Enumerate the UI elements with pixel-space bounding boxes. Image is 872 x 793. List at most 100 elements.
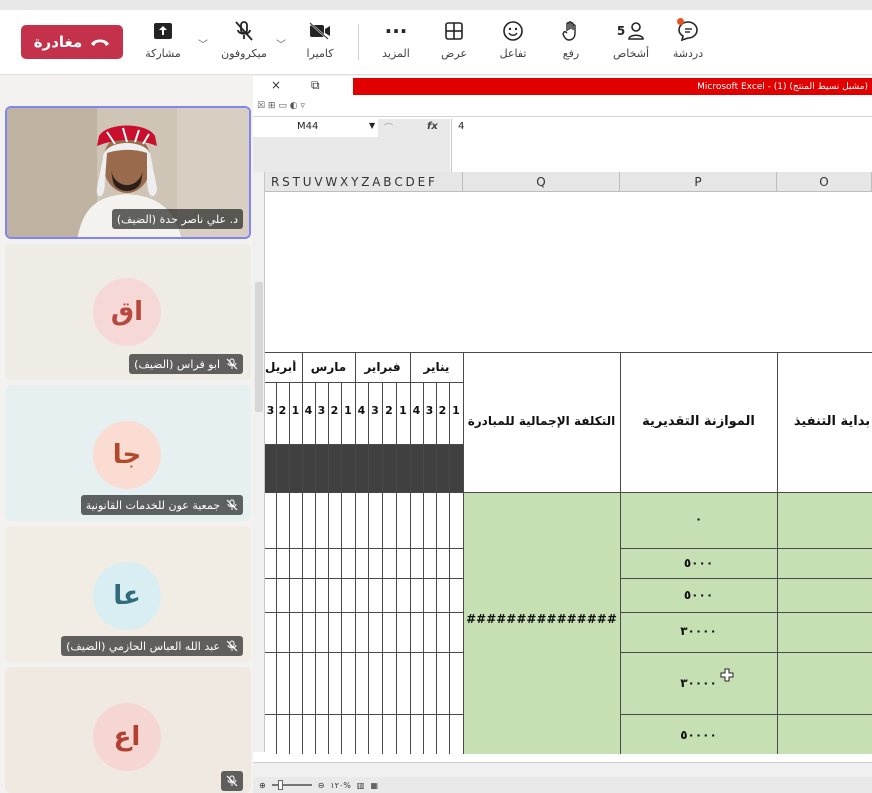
table-top-border (265, 352, 872, 353)
week-col-border (396, 382, 397, 754)
participant-avatar: اع (93, 703, 161, 771)
month-label: فبراير (364, 360, 401, 374)
participant-name-tag: د. علي ناصر حدة (الضيف) (111, 209, 243, 229)
header-total-cost: التكلفة الإجمالية للمبادرة (467, 414, 616, 428)
column-header-q[interactable]: Q (463, 172, 620, 192)
column-header-o[interactable]: O (777, 172, 872, 192)
camera-off-icon (308, 18, 332, 44)
scroll-thumb[interactable] (255, 282, 263, 412)
horizontal-scrollbar[interactable] (253, 762, 872, 777)
raise-hand-button[interactable]: رفع (555, 18, 587, 68)
people-button[interactable]: 5 أشخاص (606, 18, 656, 68)
fx-icon[interactable]: fx (427, 121, 438, 132)
budget-value[interactable]: ٥٠٠٠ (620, 556, 777, 570)
col-border-p (620, 352, 621, 754)
share-label: مشاركة (145, 47, 181, 60)
share-button[interactable]: مشاركة (141, 18, 185, 68)
week-number: 3 (317, 404, 326, 417)
excel-title-bar: × ⧉ Microsoft Excel - (1) (مشبل نسيط الم… (253, 76, 872, 96)
week-number: 2 (330, 404, 339, 417)
mic-options-chevron-icon[interactable]: ﹀ (198, 36, 208, 51)
week-col-border (449, 382, 450, 754)
leave-button[interactable]: مغادرة (21, 25, 123, 59)
excel-title: Microsoft Excel - (1) (مشبل نسيط المنتج) (353, 78, 872, 95)
header-bottom-border (265, 492, 872, 493)
close-icon[interactable]: × (271, 78, 281, 92)
month-label: يناير (423, 360, 450, 374)
zoom-slider[interactable] (271, 780, 312, 790)
spreadsheet-grid[interactable]: يناير فبراير مارس أبريل 1 2 3 4 1 2 3 4 … (265, 192, 872, 754)
formula-buttons: ⌒ fx (378, 119, 450, 173)
week-number: 2 (278, 404, 287, 417)
participant-video-tile[interactable]: د. علي ناصر حدة (الضيف) (5, 106, 251, 239)
week-row-border (265, 444, 463, 445)
column-header-p[interactable]: P (620, 172, 777, 192)
participant-name-tag: ابو فراس (الضيف) (129, 354, 243, 374)
view-label: عرض (441, 47, 467, 60)
row-border (265, 652, 463, 653)
week-number: 1 (452, 404, 460, 417)
mic-label: ميكروفون (221, 47, 267, 60)
week-col-border (423, 382, 424, 754)
normal-view-icon[interactable]: ▦ (370, 781, 378, 790)
more-button[interactable]: ··· المزيد (376, 18, 416, 68)
restore-icon[interactable]: ⧉ (311, 78, 320, 93)
shared-screen-excel: × ⧉ Microsoft Excel - (1) (مشبل نسيط الم… (253, 76, 872, 793)
month-row-border (265, 382, 463, 383)
smiley-icon (502, 18, 524, 44)
budget-value[interactable]: ٥٠٠٠٠ (620, 728, 777, 742)
zoom-in-icon[interactable]: ⊕ (259, 781, 266, 790)
formula-bar-gray (253, 137, 378, 173)
page-layout-icon[interactable]: ▥ (357, 781, 365, 790)
row-border (265, 548, 463, 549)
view-button[interactable]: عرض (436, 18, 472, 68)
raise-label: رفع (562, 47, 580, 60)
week-number: 3 (266, 404, 275, 417)
row-border (620, 714, 872, 715)
participant-avatar: جا (93, 421, 161, 489)
meeting-toolbar: مغادرة مشاركة ﹀ ميكروفون ﹀ كاميرا ··· ال… (0, 0, 872, 75)
zoom-out-icon[interactable]: ⊖ (318, 781, 325, 790)
week-col-border (341, 382, 342, 754)
zoom-knob[interactable] (277, 780, 283, 790)
formula-input[interactable]: 4 (451, 119, 872, 173)
col-border-o (777, 352, 778, 754)
microphone-button[interactable]: ميكروفون (216, 18, 272, 68)
hand-icon (561, 18, 581, 44)
participant-avatar: عا (93, 562, 161, 630)
cancel-entry-icon[interactable]: ⌒ (384, 121, 393, 134)
vertical-scrollbar[interactable] (253, 172, 265, 752)
participant-tile[interactable]: اق ابو فراس (الضيف) (5, 244, 251, 380)
excel-ribbon-icons: ☒ ⊞ ▭ ◐ ▿ (253, 96, 872, 116)
chat-unread-dot (677, 18, 684, 25)
participant-tile[interactable]: اع (5, 667, 251, 793)
participant-name-tag (221, 771, 243, 791)
budget-value[interactable]: ٥٠٠٠ (620, 588, 777, 602)
more-label: المزيد (382, 47, 410, 60)
leave-label: مغادرة (33, 33, 83, 51)
grid-view-icon (444, 18, 464, 44)
cursor-crosshair-icon (720, 668, 734, 682)
participant-name: عبد الله العباس الحازمي (الضيف) (66, 639, 220, 653)
react-button[interactable]: تفاعل (494, 18, 532, 68)
more-dots-icon: ··· (384, 19, 408, 43)
total-cost-value[interactable]: ############### (463, 612, 620, 626)
camera-button[interactable]: كاميرا (300, 18, 340, 68)
row-border (265, 714, 463, 715)
budget-value[interactable]: ٠ (620, 512, 777, 526)
people-icon-wrap: 5 (617, 18, 645, 44)
chevron-down-icon[interactable]: ▼ (369, 121, 375, 130)
name-box[interactable]: M44 ▼ (253, 121, 378, 137)
budget-value[interactable]: ٣٠٠٠٠ (620, 624, 777, 638)
participant-tile[interactable]: جا جمعية عون للخدمات القانونية (5, 385, 251, 521)
participant-tile[interactable]: عا عبد الله العباس الحازمي (الضيف) (5, 526, 251, 662)
participant-name: ابو فراس (الضيف) (134, 357, 220, 371)
camera-label: كاميرا (306, 47, 334, 60)
zoom-level: ١٢٠% (330, 780, 351, 790)
camera-options-chevron-icon[interactable]: ﹀ (276, 36, 286, 51)
budget-value[interactable]: ٣٠٠٠٠ (620, 676, 777, 690)
window-top-strip (0, 0, 872, 10)
month-label: أبريل (265, 360, 297, 374)
column-headers-months[interactable]: R S T U V W X Y Z A B C D E F (265, 172, 463, 192)
chat-button[interactable]: دردشة (668, 18, 708, 68)
